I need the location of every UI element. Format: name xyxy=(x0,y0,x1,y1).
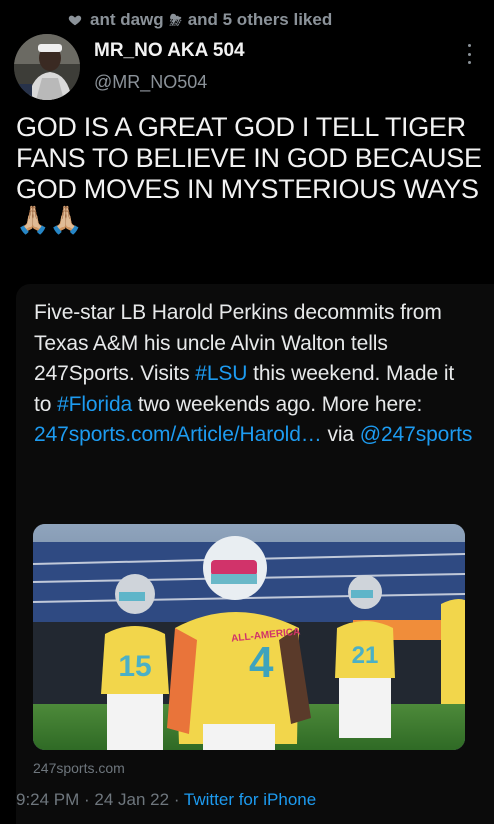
mention-247sports[interactable]: @247sports xyxy=(360,423,473,446)
quoted-tweet-text: Five-star LB Harold Perkins decommits fr… xyxy=(34,298,474,451)
tweet-text: GOD IS A GREAT GOD I TELL TIGER FANS TO … xyxy=(16,112,482,235)
liked-by-suffix: and 5 others liked xyxy=(187,10,333,29)
quote-text-part: via xyxy=(321,423,360,446)
svg-text:15: 15 xyxy=(118,650,151,683)
hashtag-lsu[interactable]: #LSU xyxy=(195,362,247,385)
author-display-name[interactable]: MR_NO AKA 504 xyxy=(94,40,245,62)
article-photo[interactable]: 15 21 ALL-AMERICA 4 xyxy=(33,524,465,750)
author-handle[interactable]: @MR_NO504 xyxy=(94,72,207,93)
quote-text-part: two weekends ago. More here: xyxy=(132,392,423,416)
article-link[interactable]: 247sports.com/Article/Harold… xyxy=(34,423,322,446)
liked-by-user[interactable]: ant dawg xyxy=(90,10,164,30)
more-options-icon[interactable] xyxy=(466,44,472,64)
tweet-meta: 9:24 PM · 24 Jan 22 · Twitter for iPhone xyxy=(16,790,317,809)
avatar-photo xyxy=(14,34,80,100)
svg-text:21: 21 xyxy=(352,642,379,669)
jersey-number: 4 xyxy=(249,638,274,687)
heart-icon xyxy=(68,15,82,26)
link-caption[interactable]: 247sports.com xyxy=(33,760,125,776)
avatar[interactable] xyxy=(14,34,80,100)
social-context[interactable]: ant dawg ⛈ and 5 others liked xyxy=(68,9,332,31)
storm-cloud-emoji: ⛈ xyxy=(169,11,182,29)
hashtag-florida[interactable]: #Florida xyxy=(57,393,132,416)
